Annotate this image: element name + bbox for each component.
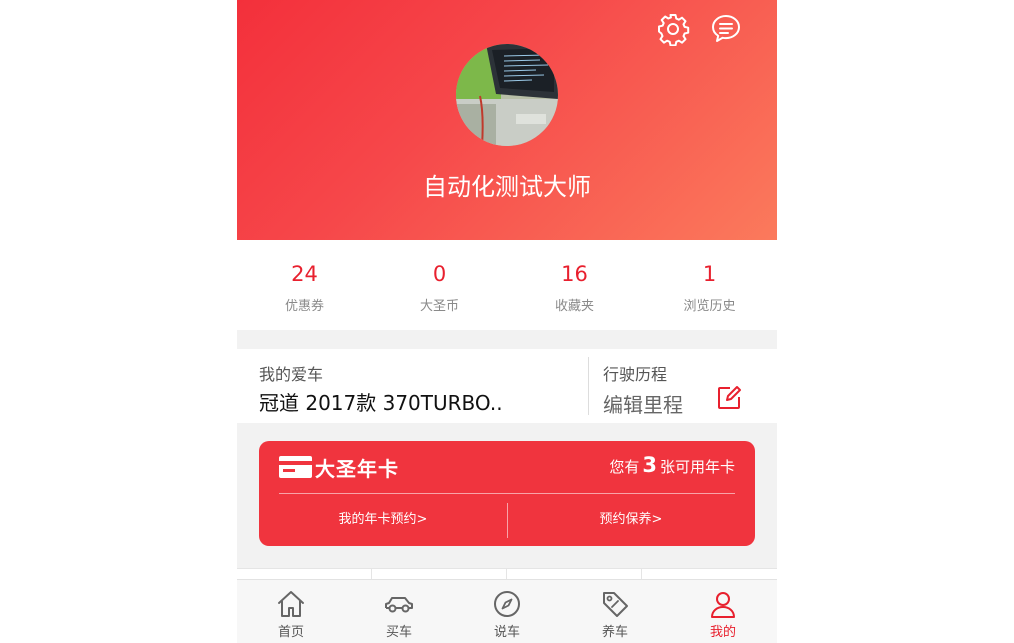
compass-icon [494,591,520,617]
stat-favorites[interactable]: 16 收藏夹 [507,240,642,330]
stat-value: 0 [432,262,447,286]
tab-label: 我的 [709,625,736,640]
chat-bubble-icon[interactable] [709,12,743,46]
my-year-card-reservation-link[interactable]: 我的年卡预约> [259,508,507,527]
stat-coins[interactable]: 0 大圣币 [372,240,507,330]
available-cards-count: 您有 3 张可用年卡 [609,453,735,477]
stat-coupons[interactable]: 24 优惠券 [237,240,372,330]
user-icon [711,592,735,618]
tab-buy-car[interactable]: 买车 [345,580,453,643]
stat-value: 1 [702,262,717,286]
book-maintenance-link[interactable]: 预约保养> [507,508,755,527]
count-prefix: 您有 [609,458,640,476]
stat-history[interactable]: 1 浏览历史 [642,240,777,330]
tab-home[interactable]: 首页 [237,580,345,643]
tab-label: 首页 [277,625,304,640]
divider [279,493,735,494]
username: 自动化测试大师 [423,173,591,201]
stats-bar: 24 优惠券 0 大圣币 16 收藏夹 1 浏览历史 [237,240,777,330]
year-card-title: 大圣年卡 [315,457,399,481]
avatar-photo [456,44,558,146]
stat-label: 大圣币 [419,299,459,314]
my-car-label: 我的爱车 [259,365,324,384]
stat-label: 收藏夹 [554,299,594,314]
count-number: 3 [642,453,657,477]
tab-label: 养车 [601,625,628,640]
card-icon [279,456,312,478]
my-car-name: 冠道 2017款 370TURBO.. [259,391,503,415]
car-icon [385,597,413,613]
tab-label: 说车 [493,625,520,640]
tag-icon [603,592,628,617]
tab-car-care[interactable]: 养车 [561,580,669,643]
edit-mileage-label: 编辑里程 [603,393,683,417]
home-icon [278,591,304,617]
stat-value: 16 [561,262,588,286]
my-car-card: 我的爱车 冠道 2017款 370TURBO.. 行驶历程 编辑里程 [237,349,777,423]
mileage-section[interactable]: 行驶历程 编辑里程 [589,349,777,423]
avatar[interactable] [456,44,558,146]
tab-mine[interactable]: 我的 [669,580,777,643]
profile-header: 自动化测试大师 [237,0,777,240]
stat-value: 24 [291,262,318,286]
edit-icon[interactable] [716,385,742,411]
gear-icon[interactable] [656,12,690,46]
app-screen: 自动化测试大师 24 优惠券 0 大圣币 16 收藏夹 1 浏览历史 我的爱车 … [237,0,777,643]
stat-label: 优惠券 [284,299,324,314]
stat-label: 浏览历史 [683,299,736,314]
year-card-banner: 大圣年卡 您有 3 张可用年卡 我的年卡预约> 预约保养> [259,441,755,546]
tab-talk-car[interactable]: 说车 [453,580,561,643]
count-suffix: 张可用年卡 [659,458,735,476]
mileage-label: 行驶历程 [603,365,668,384]
tab-label: 买车 [385,625,412,640]
my-car-section[interactable]: 我的爱车 冠道 2017款 370TURBO.. [237,349,589,423]
bottom-tab-bar: 首页 买车 说车 养车 我的 [237,579,777,643]
